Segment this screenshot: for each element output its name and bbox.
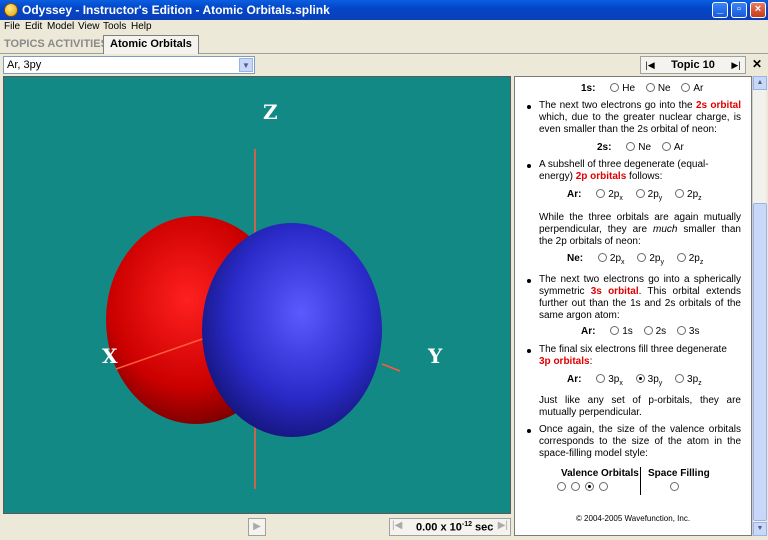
para-p-perpendicular: Just like any set of p-orbitals, they ar… bbox=[539, 395, 741, 418]
radio-2s-ar[interactable] bbox=[661, 142, 671, 151]
scroll-thumb[interactable] bbox=[753, 203, 767, 521]
menu-view[interactable]: View bbox=[78, 21, 100, 32]
radio-3px[interactable] bbox=[596, 374, 606, 383]
bullet bbox=[527, 349, 531, 353]
close-window-button[interactable]: × bbox=[750, 2, 766, 18]
space-filling-radio-row bbox=[670, 482, 679, 493]
radio-2s-ne[interactable] bbox=[626, 142, 636, 151]
space-filling-heading: Space Filling bbox=[648, 468, 710, 479]
bullet bbox=[527, 164, 531, 168]
radio-valence-1[interactable] bbox=[557, 482, 566, 491]
minimize-button[interactable]: _ bbox=[712, 2, 728, 18]
radio-2px-ne[interactable] bbox=[597, 253, 607, 262]
row-2p-ar: Ar: 2px 2py 2pz bbox=[567, 189, 702, 202]
radio-2s-ar[interactable] bbox=[643, 326, 653, 335]
radio-valence-4[interactable] bbox=[599, 482, 608, 491]
scroll-up-icon[interactable]: ▲ bbox=[753, 76, 767, 90]
menu-file[interactable]: File bbox=[4, 21, 20, 32]
app-icon bbox=[4, 3, 18, 17]
maximize-button[interactable]: ▫ bbox=[731, 2, 747, 18]
radio-3pz[interactable] bbox=[675, 374, 685, 383]
chevron-down-icon[interactable]: ▼ bbox=[239, 58, 253, 72]
radio-valence-2[interactable] bbox=[571, 482, 580, 491]
toolbar: Ar, 3py ▼ |◀ Topic 10 ▶| ✕ bbox=[0, 55, 768, 75]
model-select[interactable]: Ar, 3py ▼ bbox=[3, 56, 255, 74]
z-axis-label: Z bbox=[263, 100, 278, 124]
para-2s: The next two electrons go into the 2s or… bbox=[539, 100, 741, 135]
radio-valence-3[interactable] bbox=[585, 482, 594, 491]
menu-bar: File Edit Model View Tools Help bbox=[0, 20, 768, 34]
molecule-viewer[interactable]: Z X Y bbox=[3, 76, 511, 514]
tab-row: TOPICS ACTIVITIES Atomic Orbitals bbox=[0, 34, 768, 54]
radio-1s-he[interactable] bbox=[610, 83, 620, 92]
radio-2pz-ar[interactable] bbox=[675, 189, 685, 198]
para-perpendicular: While the three orbitals are again mutua… bbox=[539, 212, 741, 247]
copyright: © 2004-2005 Wavefunction, Inc. bbox=[575, 514, 691, 523]
y-axis-label: Y bbox=[428, 344, 443, 368]
bottom-bar: ▶ |◀ 0.00 x 10-12 sec ▶| bbox=[0, 514, 514, 540]
mode-separator bbox=[640, 467, 641, 495]
tab-atomic-orbitals[interactable]: Atomic Orbitals bbox=[103, 35, 199, 54]
topic-navigator: |◀ Topic 10 ▶| bbox=[640, 56, 746, 74]
radio-2px-ar[interactable] bbox=[596, 189, 606, 198]
para-3p: The final six electrons fill three degen… bbox=[539, 344, 727, 367]
para-space-filling: Once again, the size of the valence orbi… bbox=[539, 424, 741, 459]
step-back-icon[interactable]: |◀ bbox=[392, 520, 402, 531]
valence-radio-row bbox=[557, 482, 608, 493]
scroll-down-icon[interactable]: ▼ bbox=[753, 522, 767, 536]
time-display: |◀ 0.00 x 10-12 sec ▶| bbox=[389, 518, 511, 536]
menu-edit[interactable]: Edit bbox=[25, 21, 42, 32]
valence-orbitals-heading: Valence Orbitals bbox=[561, 468, 639, 479]
radio-1s-ar[interactable] bbox=[681, 83, 691, 92]
row-3p: Ar: 3px 3py 3pz bbox=[567, 374, 702, 387]
radio-3s-ar[interactable] bbox=[676, 326, 686, 335]
next-topic-icon[interactable]: ▶| bbox=[729, 58, 743, 72]
title-bar: Odyssey - Instructor's Edition - Atomic … bbox=[0, 0, 768, 20]
menu-tools[interactable]: Tools bbox=[103, 21, 126, 32]
x-axis-label: X bbox=[102, 344, 118, 368]
radio-1s-ne[interactable] bbox=[645, 83, 655, 92]
orbital-render bbox=[106, 149, 401, 489]
radio-space-filling[interactable] bbox=[670, 482, 679, 491]
tab-topics-activities[interactable]: TOPICS ACTIVITIES bbox=[4, 38, 108, 50]
radio-2py-ar[interactable] bbox=[635, 189, 645, 198]
para-2p: A subshell of three degenerate (equal-en… bbox=[539, 159, 709, 182]
play-icon[interactable]: ▶ bbox=[248, 518, 266, 536]
row-2s: 2s: Ne Ar bbox=[597, 142, 684, 153]
radio-2py-ne[interactable] bbox=[637, 253, 647, 262]
time-value: 0.00 x 10-12 sec bbox=[416, 521, 494, 534]
radio-2pz-ne[interactable] bbox=[676, 253, 686, 262]
y-axis-line bbox=[381, 363, 401, 372]
close-panel-icon[interactable]: ✕ bbox=[750, 57, 764, 71]
menu-help[interactable]: Help bbox=[131, 21, 152, 32]
bullet bbox=[527, 429, 531, 433]
radio-1s-ar[interactable] bbox=[610, 326, 620, 335]
row-1s: 1s: He Ne Ar bbox=[581, 83, 704, 94]
instruction-panel: 1s: He Ne Ar The next two electrons go i… bbox=[514, 76, 752, 536]
step-forward-icon[interactable]: ▶| bbox=[498, 520, 508, 531]
para-3s: The next two electrons go into a spheric… bbox=[539, 274, 741, 321]
bullet bbox=[527, 279, 531, 283]
row-3s: Ar: 1s 2s 3s bbox=[581, 326, 700, 337]
radio-3py[interactable] bbox=[635, 374, 645, 383]
model-select-value: Ar, 3py bbox=[7, 59, 42, 71]
bullet bbox=[527, 105, 531, 109]
panel-scrollbar[interactable]: ▲ ▼ bbox=[752, 76, 767, 536]
window-title: Odyssey - Instructor's Edition - Atomic … bbox=[22, 3, 330, 17]
row-2p-ne: Ne: 2px 2py 2pz bbox=[567, 253, 704, 266]
menu-model[interactable]: Model bbox=[47, 21, 74, 32]
blue-lobe bbox=[202, 223, 382, 437]
